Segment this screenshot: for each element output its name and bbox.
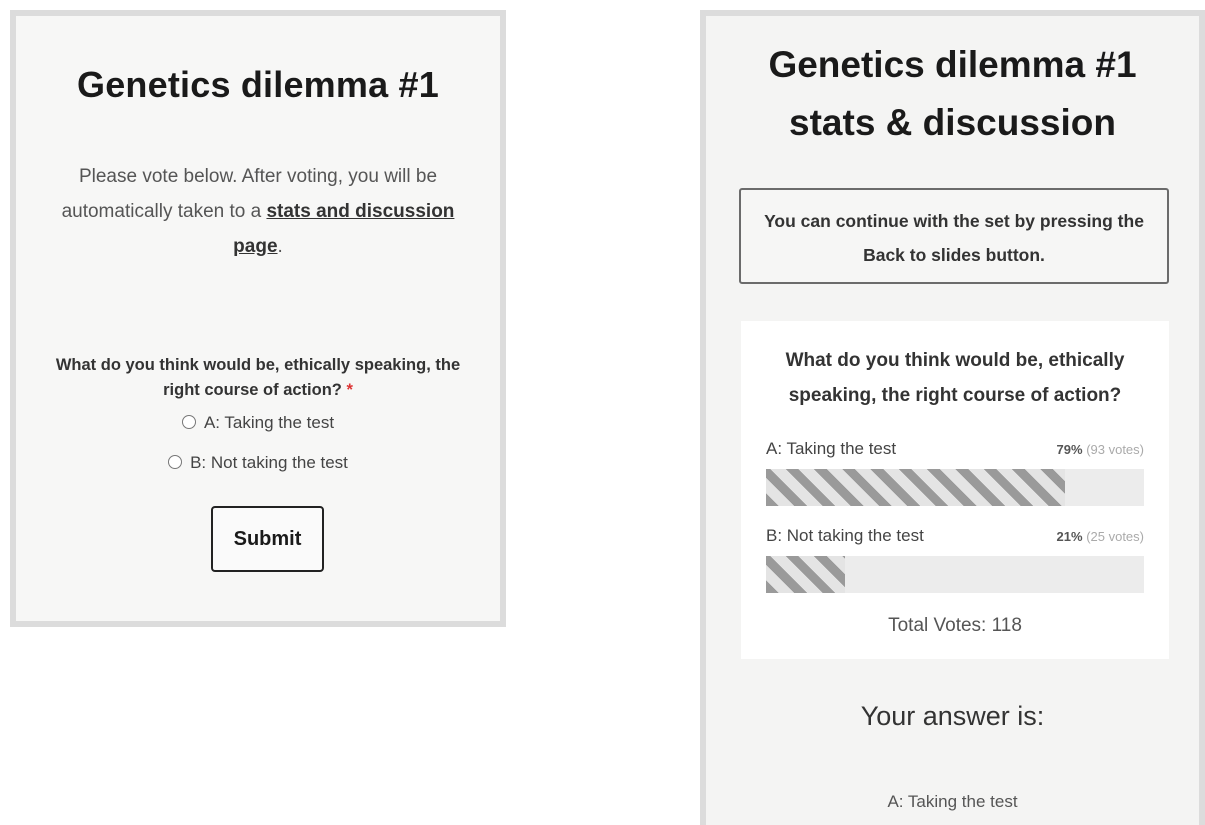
option-b[interactable]: B: Not taking the test bbox=[16, 453, 500, 473]
option-b-radio[interactable] bbox=[168, 454, 183, 469]
total-votes: Total Votes: 118 bbox=[888, 615, 1022, 636]
option-a-label: A: Taking the test bbox=[203, 413, 335, 432]
option-a-radio[interactable] bbox=[181, 414, 196, 429]
vote-question-text: What do you think would be, ethically sp… bbox=[55, 356, 461, 399]
result-b-bar-track bbox=[766, 556, 1144, 593]
result-a-stat: 79% (93 votes) bbox=[1057, 442, 1144, 457]
result-a-bar-track bbox=[766, 469, 1144, 506]
result-b-label: B: Not taking the test bbox=[766, 526, 924, 545]
result-b-stat: 21% (25 votes) bbox=[1057, 529, 1144, 544]
results-title: Genetics dilemma #1 stats & discussion bbox=[768, 44, 1137, 143]
result-a-votes: (93 votes) bbox=[1086, 442, 1144, 457]
vote-form-title: Genetics dilemma #1 bbox=[77, 64, 439, 105]
results-panel: Genetics dilemma #1 stats & discussion Y… bbox=[700, 10, 1205, 825]
results-card: What do you think would be, ethically sp… bbox=[741, 321, 1169, 659]
vote-form-intro: Please vote below. After voting, you wil… bbox=[46, 159, 470, 264]
result-a-label: A: Taking the test bbox=[766, 439, 897, 458]
result-a-bar-fill bbox=[766, 469, 1065, 506]
result-a-percent: 79% bbox=[1056, 442, 1083, 457]
option-a[interactable]: A: Taking the test bbox=[16, 413, 500, 433]
stats-discussion-link[interactable]: stats and discussion page bbox=[233, 201, 454, 257]
result-b-votes: (25 votes) bbox=[1086, 529, 1144, 544]
continue-notice: You can continue with the set by pressin… bbox=[739, 188, 1169, 284]
vote-question: What do you think would be, ethically sp… bbox=[36, 353, 480, 403]
intro-end: . bbox=[277, 236, 283, 257]
result-b-bar-fill bbox=[766, 556, 846, 593]
result-b-percent: 21% bbox=[1056, 529, 1083, 544]
option-b-label: B: Not taking the test bbox=[190, 453, 348, 472]
your-answer-value: A: Taking the test bbox=[887, 792, 1018, 811]
vote-form-panel: Genetics dilemma #1 Please vote below. A… bbox=[10, 10, 506, 627]
required-marker: * bbox=[346, 381, 353, 399]
results-question: What do you think would be, ethically sp… bbox=[785, 350, 1125, 406]
your-answer-heading: Your answer is: bbox=[860, 701, 1045, 731]
submit-button[interactable]: Submit bbox=[211, 506, 324, 572]
